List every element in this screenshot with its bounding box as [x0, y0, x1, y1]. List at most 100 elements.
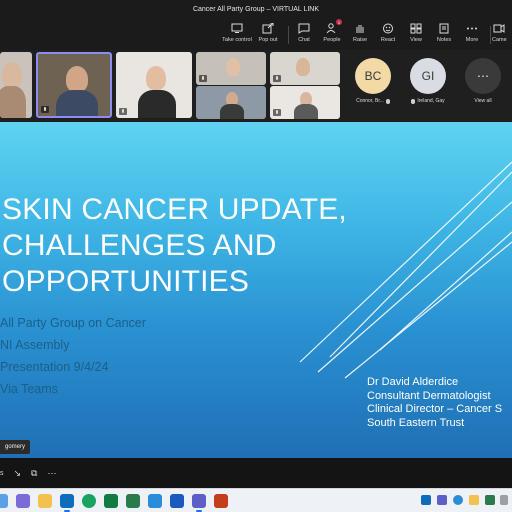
slide-detail-line: Via Teams	[0, 382, 58, 396]
powerpoint-icon[interactable]	[214, 494, 228, 508]
mic-muted-icon	[199, 75, 207, 82]
slide-title-line: OPPORTUNITIES	[2, 265, 250, 298]
windows-taskbar	[0, 488, 512, 512]
view-all-label: View all	[474, 98, 492, 104]
video-tile-active-speaker[interactable]	[36, 52, 112, 118]
more-options-icon[interactable]: ⋯	[47, 468, 56, 479]
participant-strip: BC Connor, Br... GI Ireland, Gay ⋯ View …	[0, 50, 512, 122]
sharing-control-bar: s ↘ ⧉ ⋯	[0, 458, 512, 488]
mic-icon	[385, 98, 390, 104]
participant-face	[146, 66, 166, 90]
more-label: More	[465, 37, 479, 43]
video-tile[interactable]	[116, 52, 192, 118]
tray-icon[interactable]	[500, 495, 508, 505]
file-explorer-icon[interactable]	[38, 494, 52, 508]
edge-icon[interactable]	[82, 494, 96, 508]
slide-detail-line: All Party Group on Cancer	[0, 316, 146, 330]
participant-face	[66, 66, 88, 92]
app-icon[interactable]	[16, 494, 30, 508]
outlook-icon[interactable]	[60, 494, 74, 512]
react-icon	[381, 22, 395, 34]
teams-icon[interactable]	[192, 494, 206, 512]
participant-body	[220, 104, 244, 119]
sharing-label: s	[0, 469, 4, 477]
tray-icon[interactable]	[469, 495, 479, 505]
participant-body	[0, 86, 26, 118]
participant-avatar-tile[interactable]: BC Connor, Br...	[348, 58, 398, 104]
sharer-name-tag: gomery	[0, 440, 31, 454]
video-tile[interactable]	[196, 86, 266, 119]
video-tile[interactable]	[0, 52, 32, 118]
pop-out-button[interactable]: Pop out	[251, 22, 285, 48]
mic-muted-icon	[119, 108, 127, 115]
participant-name-text: Connor, Br...	[356, 98, 384, 104]
raise-hand-label: Raise	[352, 37, 368, 43]
people-label: People	[323, 37, 341, 43]
participant-avatar-tile[interactable]: GI Ireland, Gay	[403, 58, 453, 104]
people-count-badge: 1	[336, 19, 342, 25]
presenter-line: South Eastern Trust	[367, 416, 465, 429]
view-label: View	[410, 37, 422, 43]
more-button[interactable]: More	[455, 22, 489, 48]
take-control-label: Take control	[222, 37, 252, 43]
arrow-right-icon[interactable]: ↘	[14, 468, 22, 479]
more-icon	[465, 22, 479, 34]
chat-icon	[297, 22, 311, 34]
react-label: React	[380, 37, 396, 43]
todo-icon[interactable]	[148, 494, 162, 508]
teams-tray-icon[interactable]	[437, 495, 447, 505]
video-tile[interactable]	[270, 52, 340, 85]
window-title: Cancer All Party Group – VIRTUAL LINK	[192, 5, 320, 13]
mic-icon	[411, 98, 416, 104]
take-control-button[interactable]: Take control	[220, 22, 254, 48]
avatar: BC	[355, 58, 391, 94]
slide-title-line: SKIN CANCER UPDATE,	[2, 193, 347, 226]
onedrive-icon[interactable]	[453, 495, 463, 505]
video-tile[interactable]	[196, 52, 266, 85]
notes-label: Notes	[436, 37, 452, 43]
app-icon[interactable]	[0, 494, 8, 508]
slide-detail-line: NI Assembly	[0, 338, 70, 352]
video-tile[interactable]	[270, 86, 340, 119]
slide-details: All Party Group on Cancer NI Assembly Pr…	[0, 312, 146, 400]
presenter-line: Clinical Director – Cancer S	[367, 403, 503, 415]
participant-name: Connor, Br...	[356, 98, 390, 104]
participant-name-text: Ireland, Gay	[417, 98, 445, 104]
notes-icon	[437, 22, 451, 34]
mic-muted-icon	[41, 106, 49, 113]
participant-face	[2, 62, 22, 88]
excel-icon[interactable]	[104, 494, 118, 508]
mic-muted-icon	[273, 109, 281, 116]
view-all-participants-button[interactable]: ⋯ View all	[458, 58, 508, 104]
camera-button[interactable]: Came	[492, 22, 512, 48]
spreadsheet-icon[interactable]	[126, 494, 140, 508]
slide-title-line: CHALLENGES AND	[2, 229, 277, 262]
camera-icon	[492, 22, 506, 34]
word-icon[interactable]	[170, 494, 184, 508]
shared-presentation-slide: SKIN CANCER UPDATE, CHALLENGES AND OPPOR…	[0, 122, 512, 458]
participant-face	[226, 58, 240, 76]
mic-muted-icon	[273, 75, 281, 82]
copy-icon[interactable]: ⧉	[31, 468, 37, 479]
presenter-line: Dr David Alderdice	[367, 376, 459, 388]
tray-icon[interactable]	[485, 495, 495, 505]
camera-label: Came	[492, 37, 507, 43]
outlook-tray-icon[interactable]	[421, 495, 431, 505]
slide-title: SKIN CANCER UPDATE, CHALLENGES AND OPPOR…	[2, 192, 347, 300]
people-icon: 1	[325, 19, 342, 34]
presenter-line: Consultant Dermatologist	[367, 389, 491, 402]
avatar: GI	[410, 58, 446, 94]
slide-detail-line: Presentation 9/4/24	[0, 360, 109, 374]
pop-out-label: Pop out	[258, 37, 278, 43]
participant-name: Ireland, Gay	[411, 98, 445, 104]
pop-out-icon	[261, 22, 275, 34]
avatar-initials: BC	[364, 69, 382, 83]
ellipsis-icon: ⋯	[465, 58, 501, 94]
participant-body	[294, 104, 318, 119]
take-control-icon	[230, 22, 244, 34]
window-title-bar: Cancer All Party Group – VIRTUAL LINK	[0, 0, 512, 18]
participant-body	[138, 90, 176, 118]
participant-face	[296, 58, 310, 76]
presenter-info: Dr David Alderdice Consultant Dermatolog…	[367, 376, 502, 430]
avatar-initials: GI	[421, 69, 435, 83]
